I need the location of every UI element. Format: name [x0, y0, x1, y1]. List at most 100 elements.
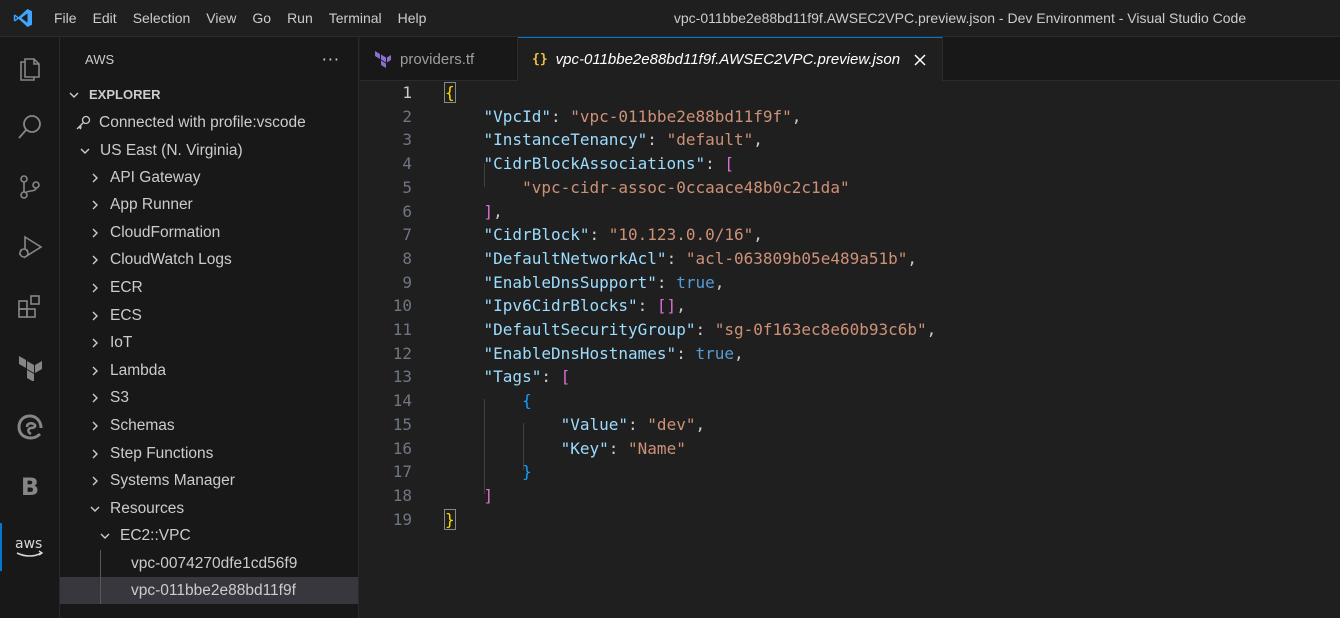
service-node[interactable]: ECS	[60, 302, 358, 329]
region-node[interactable]: US East (N. Virginia)	[60, 137, 358, 164]
service-label: ECR	[110, 278, 143, 296]
tab-providers-tf[interactable]: providers.tf	[360, 37, 518, 81]
chevron-right-icon	[87, 363, 103, 379]
code-line[interactable]: 17 }	[360, 460, 1340, 484]
service-node[interactable]: CloudFormation	[60, 219, 358, 246]
close-icon[interactable]	[910, 50, 930, 70]
line-number: 17	[392, 462, 412, 482]
activity-bar: B aws	[0, 37, 60, 618]
explorer-icon[interactable]	[0, 39, 60, 95]
chevron-right-icon	[87, 197, 103, 213]
line-number: 8	[402, 248, 412, 268]
service-node[interactable]: IoT	[60, 330, 358, 357]
code-token: ,	[695, 414, 706, 434]
line-number: 9	[402, 272, 412, 292]
code-line[interactable]: 12 "EnableDnsHostnames": true,	[360, 342, 1340, 366]
service-label: Schemas	[110, 416, 175, 434]
code-line[interactable]: 13 "Tags": [	[360, 365, 1340, 389]
b-icon[interactable]: B	[0, 459, 60, 515]
code-line[interactable]: 19}	[360, 508, 1340, 532]
code-token: "DefaultSecurityGroup"	[483, 320, 696, 339]
menu-go[interactable]: Go	[244, 5, 279, 31]
terraform-file-icon	[374, 50, 392, 68]
code-line[interactable]: 2 "VpcId": "vpc-011bbe2e88bd11f9f",	[360, 105, 1340, 129]
code-text: ],	[445, 200, 503, 224]
menu-help[interactable]: Help	[390, 5, 435, 31]
resources-node[interactable]: Resources	[60, 495, 358, 522]
menu-file[interactable]: File	[46, 5, 85, 31]
extensions-icon[interactable]	[0, 279, 60, 335]
tab-vpc-preview-json[interactable]: {} vpc-011bbe2e88bd11f9f.AWSEC2VPC.previ…	[518, 37, 944, 81]
service-node[interactable]: S3	[60, 385, 358, 412]
code-token: ,	[791, 106, 802, 126]
more-actions-button[interactable]: ···	[322, 50, 340, 69]
code-line[interactable]: 5 "vpc-cidr-assoc-0ccaace48b0c2c1da"	[360, 176, 1340, 200]
code-token: "CidrBlock"	[483, 225, 590, 245]
service-node[interactable]: Systems Manager	[60, 468, 358, 495]
line-number: 18	[392, 485, 412, 505]
code-line[interactable]: 15 "Value": "dev",	[360, 413, 1340, 437]
code-line[interactable]: 16 "Key": "Name"	[360, 437, 1340, 461]
source-control-icon[interactable]	[0, 159, 60, 215]
service-node[interactable]: Schemas	[60, 412, 358, 439]
code-text: {	[445, 389, 532, 413]
vpc-item[interactable]: vpc-0074270dfe1cd56f9	[60, 550, 358, 577]
menu-edit[interactable]: Edit	[85, 5, 125, 31]
service-node[interactable]: App Runner	[60, 192, 358, 219]
chevron-down-icon	[77, 143, 93, 159]
code-line[interactable]: 18 ]	[360, 484, 1340, 508]
menu-view[interactable]: View	[198, 5, 244, 31]
code-editor[interactable]: 1{2 "VpcId": "vpc-011bbe2e88bd11f9f", 3 "…	[360, 81, 1340, 618]
code-line[interactable]: 6 ],	[360, 200, 1340, 224]
line-number: 11	[392, 320, 412, 339]
search-icon[interactable]	[0, 99, 60, 155]
code-token: :	[589, 225, 609, 245]
connection-status[interactable]: Connected with profile:vscode	[60, 109, 358, 136]
code-line[interactable]: 14 {	[360, 389, 1340, 413]
menu-selection[interactable]: Selection	[125, 5, 199, 31]
code-line[interactable]: 1{	[360, 81, 1340, 105]
code-line[interactable]: 7 "CidrBlock": "10.123.0.0/16",	[360, 223, 1340, 247]
service-node[interactable]: Step Functions	[60, 440, 358, 467]
vpc-item-selected[interactable]: vpc-011bbe2e88bd11f9f	[60, 577, 358, 604]
code-text: }	[445, 460, 532, 484]
menu-run[interactable]: Run	[279, 5, 321, 31]
explorer-section-header[interactable]: EXPLORER	[60, 81, 358, 108]
menu-terminal[interactable]: Terminal	[321, 5, 390, 31]
code-text: "InstanceTenancy": "default",	[445, 128, 763, 152]
service-label: ECS	[110, 306, 142, 324]
line-number: 10	[392, 296, 412, 316]
line-number: 15	[392, 414, 412, 434]
code-token: "acl-063809b05e489a51b"	[685, 248, 908, 268]
code-line[interactable]: 9 "EnableDnsSupport": true,	[360, 271, 1340, 295]
chevron-right-icon	[87, 418, 103, 434]
vpc-label: vpc-0074270dfe1cd56f9	[131, 554, 298, 572]
code-line[interactable]: 3 "InstanceTenancy": "default",	[360, 128, 1340, 152]
edge-icon[interactable]	[0, 399, 60, 455]
code-line[interactable]: 4 "CidrBlockAssociations": [	[360, 152, 1340, 176]
service-node[interactable]: CloudWatch Logs	[60, 247, 358, 274]
aws-icon[interactable]: aws	[0, 519, 60, 575]
run-debug-icon[interactable]	[0, 219, 60, 275]
code-token: "dev"	[647, 414, 696, 434]
line-number: 19	[392, 509, 412, 529]
terraform-icon[interactable]	[0, 339, 60, 395]
code-text: "VpcId": "vpc-011bbe2e88bd11f9f",	[445, 105, 802, 129]
line-number: 1	[402, 83, 412, 102]
code-line[interactable]: 11 "DefaultSecurityGroup": "sg-0f163ec8e…	[360, 318, 1340, 342]
code-token: "EnableDnsSupport"	[483, 272, 657, 292]
resource-type-node[interactable]: EC2::VPC	[60, 522, 358, 549]
code-text: }	[444, 508, 456, 532]
code-token: {	[522, 391, 532, 411]
code-token: "CidrBlockAssociations"	[483, 154, 706, 174]
code-line[interactable]: 8 "DefaultNetworkAcl": "acl-063809b05e48…	[360, 247, 1340, 271]
service-node[interactable]: ECR	[60, 274, 358, 301]
sidebar-header: AWS ···	[60, 37, 358, 81]
code-line[interactable]: 10 "Ipv6CidrBlocks": [],	[360, 294, 1340, 318]
service-node[interactable]: API Gateway	[60, 164, 358, 191]
service-node[interactable]: Lambda	[60, 357, 358, 384]
